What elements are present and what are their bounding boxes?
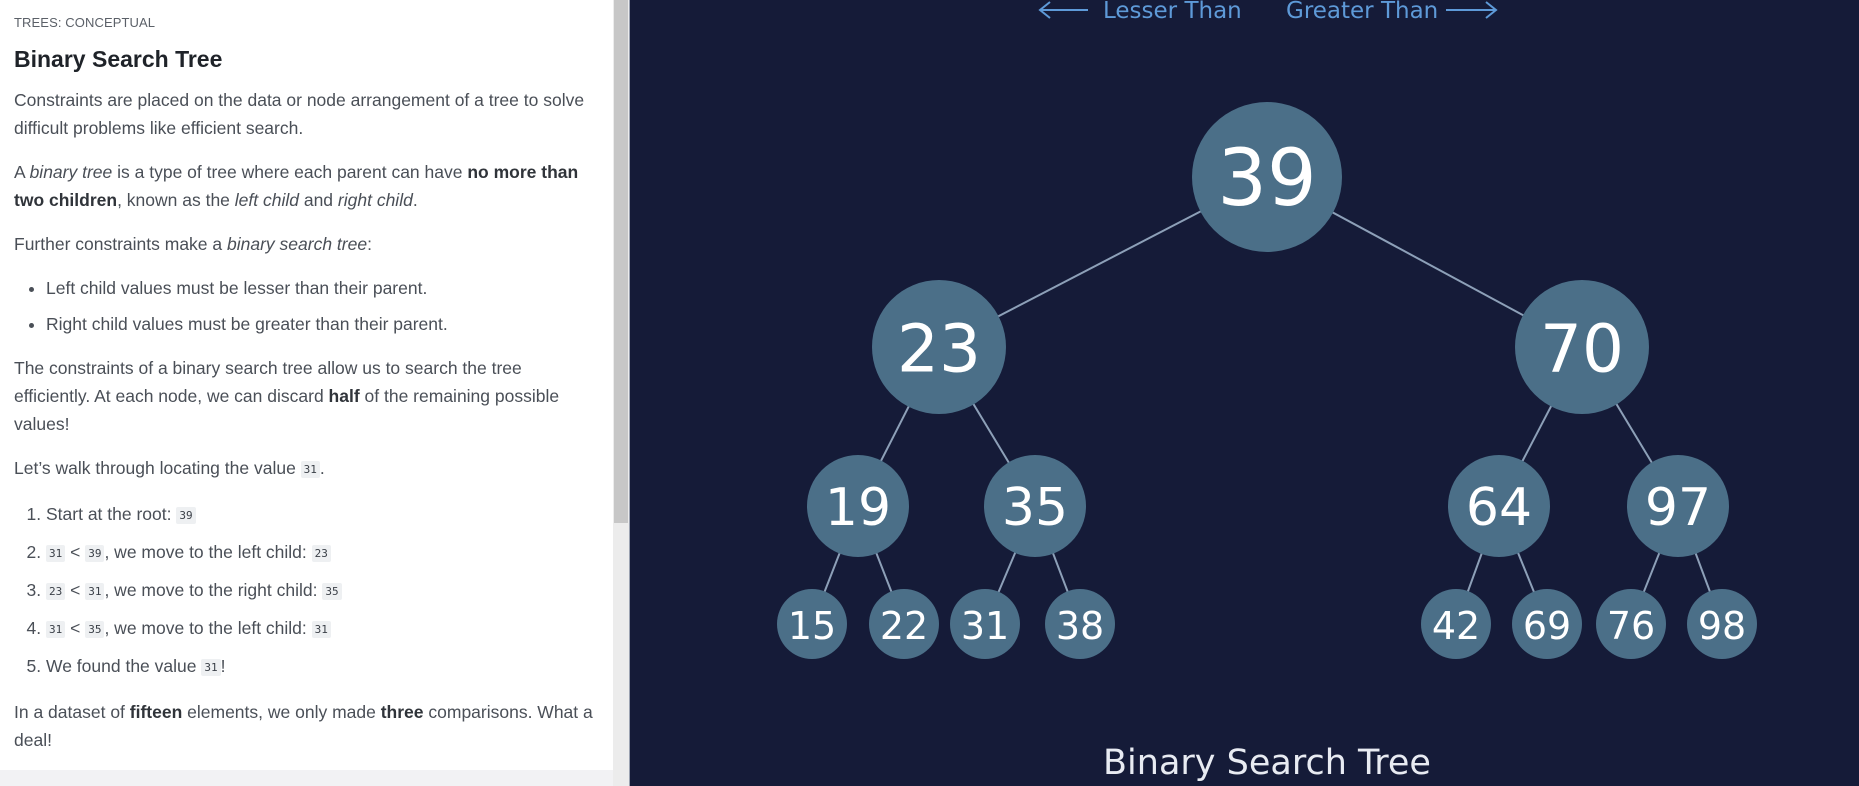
tree-node-value: 23	[897, 311, 981, 388]
text-run: .	[319, 458, 325, 478]
step-item: 31 < 39, we move to the left child: 23	[46, 538, 599, 568]
tree-node-value: 98	[1698, 604, 1746, 648]
tree-node-value: 31	[961, 604, 1009, 648]
term-binary-search-tree: binary search tree	[227, 234, 368, 254]
text-run: elements, we only made	[182, 702, 381, 722]
legend-lesser-label: Lesser Than	[1103, 0, 1242, 24]
text-run: , known as the	[117, 190, 235, 210]
tree-node-42: 42	[1421, 589, 1491, 659]
text-run: In a dataset of	[14, 702, 130, 722]
page-title: Binary Search Tree	[14, 46, 223, 72]
intro-paragraph: Constraints are placed on the data or no…	[14, 90, 585, 138]
tree-node-value: 15	[788, 604, 836, 648]
text-run: :	[367, 234, 372, 254]
term-binary-tree: binary tree	[29, 162, 113, 182]
tree-node-value: 97	[1645, 478, 1711, 538]
text-run: and	[298, 190, 338, 210]
inline-code: 39	[176, 507, 196, 524]
tree-node-value: 64	[1466, 478, 1532, 538]
rule-item: Left child values must be lesser than th…	[46, 274, 599, 302]
tree-node-38: 38	[1045, 589, 1115, 659]
text-run: !	[220, 656, 226, 676]
text-run: .	[412, 190, 418, 210]
scrollbar-thumb[interactable]	[614, 0, 628, 523]
rule-item: Right child values must be greater than …	[46, 310, 599, 338]
rules-list: Left child values must be lesser than th…	[14, 274, 599, 338]
inline-code: 39	[85, 545, 105, 562]
tree-node-22: 22	[869, 589, 939, 659]
text-run: is a type of tree where each parent can …	[112, 162, 468, 182]
tree-node-19: 19	[807, 455, 909, 557]
panel-footer-strip	[0, 770, 613, 786]
tree-node-value: 42	[1432, 604, 1480, 648]
tree-node-value: 76	[1607, 604, 1655, 648]
step-item: Start at the root: 39	[46, 500, 599, 530]
legend-lesser: Lesser Than	[1038, 0, 1242, 24]
section-eyebrow: TREES: CONCEPTUAL	[14, 15, 156, 30]
tree-nodes: 39 23 70 19 35 64 97 15 22 31 38 42 69 76 98	[777, 102, 1757, 659]
arrow-right-icon	[1446, 1, 1498, 19]
text-run: , we move to the right child:	[104, 580, 323, 600]
tree-node-76: 76	[1596, 589, 1666, 659]
text-run: Further constraints make a	[14, 234, 227, 254]
tree-node-64: 64	[1448, 455, 1550, 557]
legend-greater-label: Greater Than	[1286, 0, 1438, 24]
inline-code: 23	[46, 583, 66, 600]
arrow-left-icon	[1038, 1, 1088, 19]
text-run: <	[65, 618, 86, 638]
lesson-panel: TREES: CONCEPTUAL Binary Search Tree Con…	[0, 0, 613, 770]
tree-node-31: 31	[950, 589, 1020, 659]
text-run: , we move to the left child:	[104, 618, 312, 638]
inline-code: 35	[85, 621, 105, 638]
tree-node-value: 69	[1523, 604, 1571, 648]
text-run: Start at the root:	[46, 504, 177, 524]
inline-code: 31	[201, 659, 221, 676]
inline-code: 31	[46, 621, 66, 638]
inline-code: 23	[311, 545, 331, 562]
inline-code: 31	[46, 545, 66, 562]
text-run: <	[65, 542, 86, 562]
term-right-child: right child	[337, 190, 413, 210]
emphasis-fifteen: fifteen	[129, 702, 183, 722]
inline-code: 31	[300, 461, 320, 478]
summary-paragraph: In a dataset of fifteen elements, we onl…	[14, 698, 599, 754]
bst-diagram: 39 23 70 19 35 64 97 15 22 31 38 42 69 76 98 Lesser Th…	[777, 0, 1757, 783]
tree-node-value: 35	[1002, 478, 1068, 538]
text-run: , we move to the left child:	[104, 542, 312, 562]
tree-node-39: 39	[1192, 102, 1342, 252]
step-item: We found the value 31!	[46, 652, 599, 682]
term-left-child: left child	[234, 190, 299, 210]
text-run: Let’s walk through locating the value	[14, 458, 301, 478]
inline-code: 35	[322, 583, 342, 600]
tree-node-97: 97	[1627, 455, 1729, 557]
text-run: We found the value	[46, 656, 202, 676]
tree-node-35: 35	[984, 455, 1086, 557]
tree-node-23: 23	[872, 280, 1006, 414]
inline-code: 31	[85, 583, 105, 600]
emphasis-three: three	[380, 702, 424, 722]
steps-list: Start at the root: 39 31 < 39, we move t…	[14, 500, 599, 682]
further-constraints: Further constraints make a binary search…	[14, 230, 599, 258]
emphasis-half: half	[328, 386, 360, 406]
tree-node-98: 98	[1687, 589, 1757, 659]
tree-node-value: 19	[825, 478, 891, 538]
inline-code: 31	[311, 621, 331, 638]
tree-node-value: 70	[1540, 311, 1624, 388]
binary-tree-definition: A binary tree is a type of tree where ea…	[14, 158, 599, 214]
legend-greater: Greater Than	[1286, 0, 1498, 24]
tree-node-69: 69	[1512, 589, 1582, 659]
efficiency-paragraph: The constraints of a binary search tree …	[14, 354, 599, 438]
tree-node-value: 38	[1056, 604, 1104, 648]
tree-node-value: 39	[1217, 134, 1316, 224]
tree-node-value: 22	[880, 604, 928, 648]
walkthrough-intro: Let’s walk through locating the value 31…	[14, 454, 599, 484]
text-run: <	[65, 580, 86, 600]
step-item: 31 < 35, we move to the left child: 31	[46, 614, 599, 644]
diagram-caption: Binary Search Tree	[1103, 743, 1431, 783]
tree-node-15: 15	[777, 589, 847, 659]
tree-node-70: 70	[1515, 280, 1649, 414]
step-item: 23 < 31, we move to the right child: 35	[46, 576, 599, 606]
diagram-panel: 39 23 70 19 35 64 97 15 22 31 38 42 69 76 98 Lesser Th…	[630, 0, 1859, 786]
text-run: A	[14, 162, 30, 182]
